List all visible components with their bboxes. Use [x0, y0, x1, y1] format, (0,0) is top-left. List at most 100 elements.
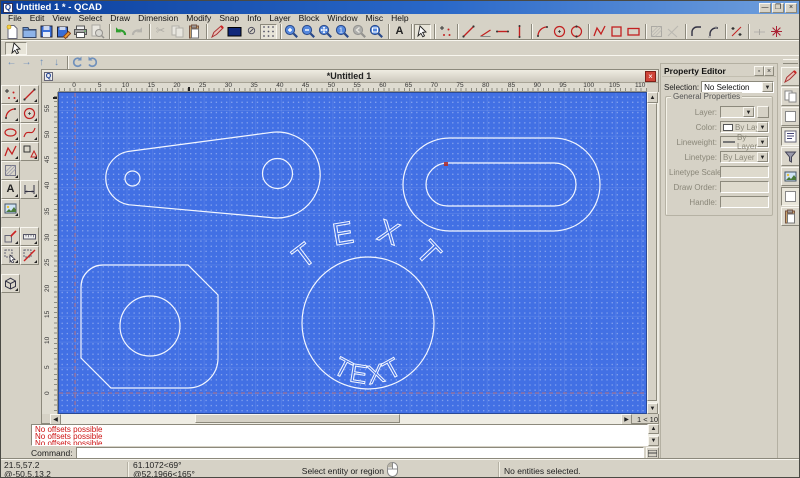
bevel-tool-button[interactable]	[705, 24, 722, 40]
layer-list-dock-button[interactable]	[781, 87, 800, 106]
rectangle-size-button[interactable]	[625, 24, 642, 40]
auto-zoom-button[interactable]	[317, 24, 334, 40]
menu-help[interactable]: Help	[387, 14, 412, 23]
linetypescale-field[interactable]	[720, 166, 769, 178]
spline-tools-button[interactable]	[20, 123, 39, 142]
linetype-combobox[interactable]: By Layer▼	[720, 151, 769, 163]
hatch-tools-button[interactable]	[1, 161, 20, 180]
image-tools-button[interactable]	[1, 199, 20, 218]
menu-modify[interactable]: Modify	[182, 14, 215, 23]
zoom-1-1-button[interactable]: 1	[334, 24, 351, 40]
line-vertical-button[interactable]	[511, 24, 528, 40]
polyline-tool-button[interactable]	[591, 24, 608, 40]
draft-mode-button[interactable]: ⊘	[243, 24, 260, 40]
property-editor-dock-button[interactable]	[781, 67, 800, 86]
close-panel-icon[interactable]: ×	[764, 66, 774, 76]
command-input[interactable]	[76, 447, 644, 459]
command-history-scrollbar[interactable]: ▲ ▼	[648, 424, 659, 446]
print-button[interactable]	[72, 24, 89, 40]
open-file-button[interactable]	[21, 24, 38, 40]
selection-pointer-button[interactable]	[414, 24, 431, 40]
curved-text-lower[interactable]: TEXT	[329, 350, 409, 390]
block-list-dock-button[interactable]	[781, 107, 800, 126]
menu-edit[interactable]: Edit	[26, 14, 49, 23]
text-tool-button[interactable]: A	[391, 24, 408, 40]
line-horizontal-button[interactable]	[494, 24, 511, 40]
property-editor-titlebar[interactable]: Property Editor ▫ ×	[662, 65, 776, 77]
text-tools-button[interactable]: A	[1, 180, 20, 199]
menu-window[interactable]: Window	[323, 14, 361, 23]
library-browser-dock-button[interactable]	[781, 167, 800, 186]
projection-tools-button[interactable]	[1, 274, 20, 293]
scroll-down-button[interactable]: ▼	[647, 403, 658, 414]
toolbar-grip[interactable]	[783, 59, 798, 64]
horizontal-scroll-thumb[interactable]	[195, 414, 400, 423]
chevron-down-icon[interactable]: ▼	[762, 82, 773, 92]
new-file-button[interactable]	[4, 24, 21, 40]
color-combobox[interactable]: By Layer▼	[720, 121, 769, 133]
line-tools-button[interactable]	[20, 85, 39, 104]
slot-outer[interactable]	[403, 138, 600, 231]
circle-two-points-button[interactable]	[568, 24, 585, 40]
paste-button[interactable]	[186, 24, 203, 40]
pan-down-button[interactable]: ↓	[49, 56, 64, 69]
min-icon[interactable]: —	[759, 3, 771, 13]
arc-tool-button[interactable]	[534, 24, 551, 40]
menu-draw[interactable]: Draw	[106, 14, 134, 23]
arc-tools-button[interactable]	[1, 104, 20, 123]
slot-inner[interactable]	[426, 163, 576, 206]
dimension-tools-button[interactable]	[20, 180, 39, 199]
menu-select[interactable]: Select	[75, 14, 107, 23]
drawing-canvas[interactable]: TEXT TEXT	[58, 92, 647, 414]
menu-layer[interactable]: Layer	[265, 14, 294, 23]
vertical-scrollbar[interactable]: ▲ ▼	[647, 92, 659, 414]
divide-tool-button[interactable]	[751, 24, 768, 40]
scroll-up-button[interactable]: ▲	[647, 92, 658, 103]
previous-view-button[interactable]	[351, 24, 368, 40]
rotate-ccw-button[interactable]	[70, 56, 85, 69]
lengthen-tool-button[interactable]	[728, 24, 745, 40]
measure-tools-button[interactable]	[20, 227, 39, 246]
zoom-in-button[interactable]	[283, 24, 300, 40]
modify-tools-button[interactable]	[1, 227, 20, 246]
curved-text-upper[interactable]: TEXT	[286, 211, 462, 286]
command-options-button[interactable]	[646, 447, 659, 459]
command-history[interactable]: No offsets possibleNo offsets possibleNo…	[31, 424, 648, 446]
pan-left-button[interactable]: ←	[4, 56, 19, 69]
menu-view[interactable]: View	[48, 14, 74, 23]
current-tool-pointer-button[interactable]	[5, 42, 27, 55]
line-two-points-button[interactable]	[460, 24, 477, 40]
script-shell-dock-button[interactable]	[781, 187, 800, 206]
menu-info[interactable]: Info	[243, 14, 265, 23]
stretch-tool-button[interactable]	[665, 24, 682, 40]
hatch-tool-button[interactable]	[648, 24, 665, 40]
ellipse-tools-button[interactable]	[1, 123, 20, 142]
selection-tools-button[interactable]	[1, 246, 20, 265]
lineweight-combobox[interactable]: By Layer▼	[720, 136, 769, 148]
menu-file[interactable]: File	[4, 14, 26, 23]
handle-field[interactable]	[720, 196, 769, 208]
menu-dimension[interactable]: Dimension	[134, 14, 182, 23]
copy-button[interactable]	[169, 24, 186, 40]
history-scroll-up-button[interactable]: ▲	[648, 424, 659, 434]
pan-right-button[interactable]: →	[19, 56, 34, 69]
save-as-button[interactable]	[55, 24, 72, 40]
rotate-cw-button[interactable]	[85, 56, 100, 69]
draworder-field[interactable]	[720, 181, 769, 193]
undo-button[interactable]	[112, 24, 129, 40]
max-icon[interactable]: ❐	[772, 3, 784, 13]
grid-toggle-button[interactable]	[260, 24, 277, 40]
history-scroll-down-button[interactable]: ▼	[648, 436, 659, 446]
pan-up-button[interactable]: ↑	[34, 56, 49, 69]
drawing-preferences-button[interactable]	[209, 24, 226, 40]
print-preview-button[interactable]	[89, 24, 106, 40]
drawing-close-button[interactable]: ×	[645, 71, 656, 82]
clipboard-dock-button[interactable]	[781, 207, 800, 226]
menu-block[interactable]: Block	[295, 14, 324, 23]
layer-list-button[interactable]	[757, 106, 769, 118]
circle-tools-button[interactable]	[20, 104, 39, 123]
selection-filter-dock-button[interactable]	[781, 147, 800, 166]
zoom-out-button[interactable]	[300, 24, 317, 40]
background-color-button[interactable]	[226, 24, 243, 40]
circle-center-point-button[interactable]	[551, 24, 568, 40]
